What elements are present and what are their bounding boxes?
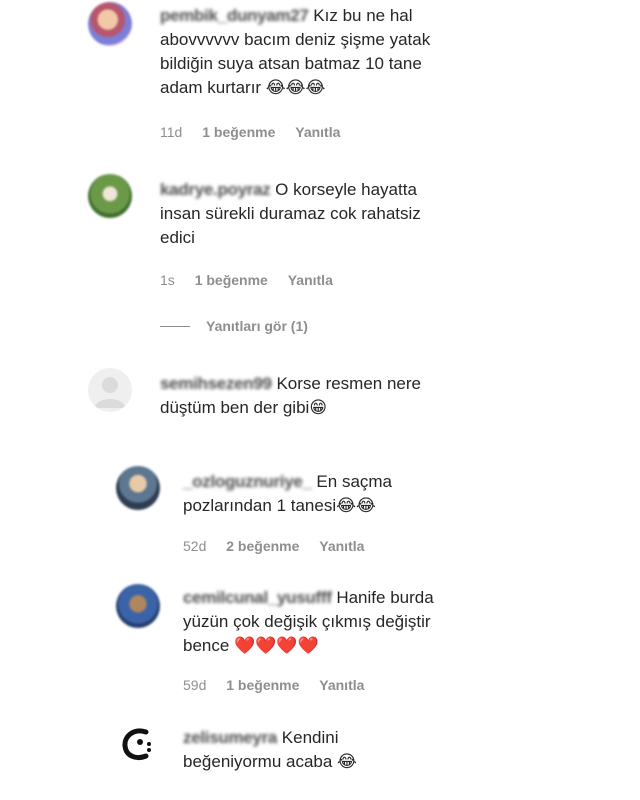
comment-text-block: cemilcunal_yusufff Hanife burda yüzün ço… xyxy=(183,586,463,658)
avatar[interactable] xyxy=(88,174,132,218)
comment-time[interactable]: 1s xyxy=(160,272,175,288)
avatar[interactable] xyxy=(116,584,160,628)
comment-username[interactable]: semihsezen99 xyxy=(160,374,272,393)
comment-time[interactable]: 52d xyxy=(183,538,206,554)
reply-button[interactable]: Yanıtla xyxy=(319,677,364,693)
view-replies-button[interactable]: Yanıtları gör (1) xyxy=(160,318,308,334)
comment-time[interactable]: 11d xyxy=(160,124,182,140)
reply-button[interactable]: Yanıtla xyxy=(288,272,333,288)
default-avatar-icon xyxy=(94,377,126,408)
comment-meta: 1s 1 beğenme Yanıtla xyxy=(160,272,349,288)
comment-username[interactable]: pembik_dunyam27 xyxy=(160,6,309,25)
comment-username[interactable]: kadrye.poyraz xyxy=(160,180,271,199)
view-replies-divider xyxy=(160,325,190,327)
avatar-logo-icon xyxy=(122,728,151,761)
comment-time[interactable]: 59d xyxy=(183,677,206,693)
comment-meta: 11d 1 beğenme Yanıtla xyxy=(160,124,356,140)
comment-likes[interactable]: 1 beğenme xyxy=(202,124,275,140)
avatar[interactable] xyxy=(88,368,132,412)
comment-username[interactable]: zelisumeyra xyxy=(183,728,277,747)
comment-meta: 59d 1 beğenme Yanıtla xyxy=(183,677,380,693)
reply-button[interactable]: Yanıtla xyxy=(319,538,364,554)
comment-likes[interactable]: 2 beğenme xyxy=(226,538,299,554)
comment-likes[interactable]: 1 beğenme xyxy=(226,677,299,693)
avatar[interactable] xyxy=(116,466,160,510)
comment-text-block: _ozloguznuriye_ En saçma pozlarından 1 t… xyxy=(183,470,433,518)
reply-button[interactable]: Yanıtla xyxy=(295,124,340,140)
comment-text-block: zelisumeyra Kendini beğeniyormu acaba 😂 xyxy=(183,726,433,774)
comment-text-block: kadrye.poyraz O korseyle hayatta insan s… xyxy=(160,178,460,250)
comment-text-block: pembik_dunyam27 Kız bu ne hal abovvvvvv … xyxy=(160,4,450,100)
comment-meta: 52d 2 beğenme Yanıtla xyxy=(183,538,380,554)
comment-text-block: semihsezen99 Korse resmen nere düştüm be… xyxy=(160,372,460,420)
view-replies-label: Yanıtları gör (1) xyxy=(206,318,308,334)
comment-likes[interactable]: 1 beğenme xyxy=(195,272,268,288)
avatar[interactable] xyxy=(116,722,160,766)
avatar[interactable] xyxy=(88,2,132,46)
comment-username[interactable]: _ozloguznuriye_ xyxy=(183,472,312,491)
comment-username[interactable]: cemilcunal_yusufff xyxy=(183,588,332,607)
